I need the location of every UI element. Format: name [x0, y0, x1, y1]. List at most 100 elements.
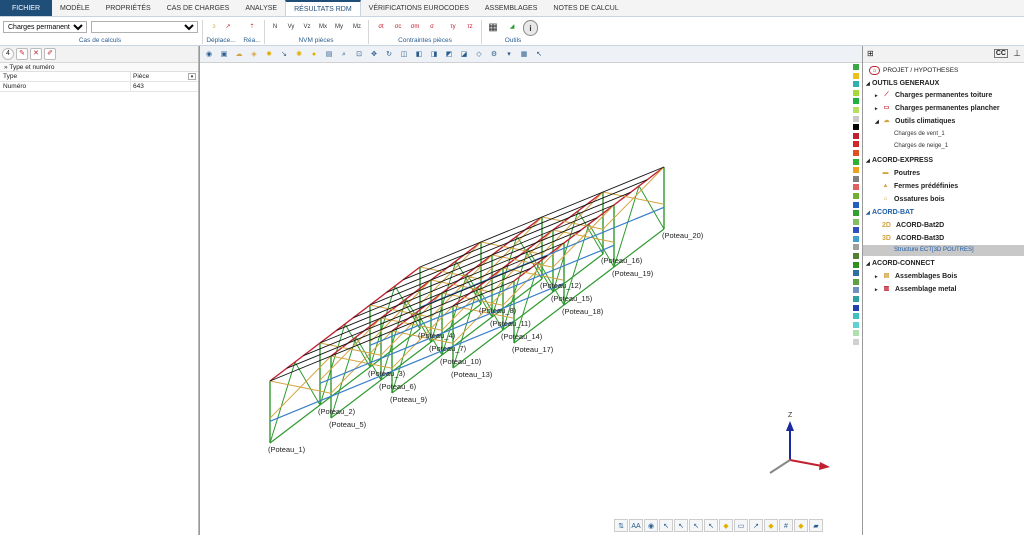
- palette-swatch[interactable]: [853, 287, 859, 294]
- palette-swatch[interactable]: [853, 244, 859, 251]
- load-case-select[interactable]: Charges permanentes: [3, 21, 87, 33]
- measure-icon[interactable]: ◢: [505, 20, 519, 35]
- palette-swatch[interactable]: [853, 64, 859, 70]
- display-icon[interactable]: ▭: [734, 519, 748, 532]
- section-acord-express[interactable]: ◢ ACORD-EXPRESS: [866, 155, 933, 166]
- section-acord-connect[interactable]: ◢ ACORD-CONNECT: [866, 258, 935, 269]
- palette-swatch[interactable]: [853, 227, 859, 234]
- menu-notes-de-calcul[interactable]: NOTES DE CALCUL: [545, 0, 626, 16]
- view-iso-icon[interactable]: ◪: [457, 48, 471, 61]
- property-value-type[interactable]: Pièce ▾: [131, 72, 198, 81]
- palette-swatch[interactable]: [853, 106, 859, 113]
- zoom-window-icon[interactable]: ⊡: [352, 48, 366, 61]
- select-all-icon[interactable]: ↖: [704, 519, 718, 532]
- palette-swatch[interactable]: [853, 235, 859, 242]
- sort-icon[interactable]: ⇅: [614, 519, 628, 532]
- light-icon[interactable]: ✺: [292, 48, 306, 61]
- palette-swatch[interactable]: [853, 89, 859, 96]
- truck-icon[interactable]: ▰: [809, 519, 823, 532]
- menu-modele[interactable]: MODÈLE: [52, 0, 98, 16]
- property-value-numero[interactable]: 643: [131, 82, 198, 91]
- palette-swatch[interactable]: [853, 115, 859, 122]
- view-top-icon[interactable]: ◩: [442, 48, 456, 61]
- view-side-icon[interactable]: ◨: [427, 48, 441, 61]
- palette-swatch[interactable]: [853, 192, 859, 199]
- nvm-mx-icon[interactable]: Mx: [316, 20, 330, 35]
- stress-shear-z-icon[interactable]: τz: [463, 20, 477, 35]
- tree-item-poutres[interactable]: ▬ Poutres: [880, 168, 921, 179]
- properties-badge[interactable]: 4: [2, 48, 14, 60]
- eye-icon[interactable]: ◉: [644, 519, 658, 532]
- info-icon[interactable]: i: [523, 20, 538, 36]
- menu-file[interactable]: FICHIER: [0, 0, 52, 16]
- edit-icon[interactable]: ✐: [44, 48, 56, 60]
- reactions-icon[interactable]: ⇡: [245, 20, 259, 35]
- tree-item-bat3d[interactable]: 3D ACORD-Bat3D: [880, 233, 944, 244]
- palette-swatch[interactable]: [853, 167, 859, 174]
- select-mode-icon[interactable]: ↖: [659, 519, 673, 532]
- paint-icon[interactable]: ◆: [764, 519, 778, 532]
- cursor-icon[interactable]: ↖: [532, 48, 546, 61]
- nvm-vy-icon[interactable]: Vy: [284, 20, 298, 35]
- menu-resultats-rdm[interactable]: RÉSULTATS RDM: [285, 0, 361, 16]
- palette-swatch[interactable]: [853, 304, 859, 311]
- tree-item-ossatures[interactable]: ⌂ Ossatures bois: [880, 194, 945, 205]
- view-front-icon[interactable]: ◧: [412, 48, 426, 61]
- menu-cas-de-charges[interactable]: CAS DE CHARGES: [159, 0, 238, 16]
- palette-swatch[interactable]: [853, 124, 859, 131]
- model-lines[interactable]: [269, 166, 665, 444]
- palette-swatch[interactable]: [853, 296, 859, 303]
- 3d-viewport[interactable]: ◉ ▣ ☁ ◈ ✹ ↘ ✺ ● ▤ ⌕ ⊡ ✥ ↻ ◫ ◧ ◨ ◩ ◪ ◇ ⚙ …: [199, 46, 863, 535]
- view-wire-icon[interactable]: ◇: [472, 48, 486, 61]
- chevron-down-icon[interactable]: ▾: [188, 73, 196, 80]
- palette-swatch[interactable]: [853, 149, 859, 156]
- weather-icon[interactable]: ☁: [232, 48, 246, 61]
- load-combination-select[interactable]: [91, 21, 198, 33]
- zoom-icon[interactable]: ⌕: [337, 48, 351, 61]
- stress-combined-icon[interactable]: σ: [425, 20, 439, 35]
- palette-swatch[interactable]: [853, 261, 859, 268]
- nvm-my-icon[interactable]: My: [332, 20, 346, 35]
- nvm-mz-icon[interactable]: Mz: [350, 20, 364, 35]
- section-acord-bat[interactable]: ◢ ACORD-BAT: [866, 207, 914, 218]
- palette-swatch[interactable]: [853, 158, 859, 165]
- diagonal-member[interactable]: [294, 361, 321, 406]
- select-icon[interactable]: ◈: [247, 48, 261, 61]
- diagonal-member[interactable]: [638, 185, 665, 230]
- stress-bending-icon[interactable]: σm: [408, 20, 422, 35]
- stress-shear-y-icon[interactable]: τy: [446, 20, 460, 35]
- palette-swatch[interactable]: [853, 253, 859, 260]
- dropdown-icon[interactable]: ▾: [502, 48, 516, 61]
- comment-icon[interactable]: ✎: [16, 48, 28, 60]
- tree-item-assemblages-bois[interactable]: ▸ ▤ Assemblages Bois: [875, 271, 957, 282]
- menu-analyse[interactable]: ANALYSE: [237, 0, 285, 16]
- menu-verifications-eurocodes[interactable]: VÉRIFICATIONS EUROCODES: [361, 0, 477, 16]
- tree-view-icon[interactable]: ⊞: [867, 49, 874, 58]
- arrow-icon[interactable]: ↘: [277, 48, 291, 61]
- palette-swatch[interactable]: [853, 141, 859, 148]
- tree-item-charges-neige[interactable]: Charges de neige_1: [894, 141, 948, 152]
- stress-tension-icon[interactable]: σt: [374, 20, 388, 35]
- nvm-n-icon[interactable]: N: [268, 20, 282, 35]
- palette-swatch[interactable]: [853, 81, 859, 88]
- tree-item-charges-toiture[interactable]: ▸ ⟋ Charges permanentes toiture: [875, 90, 992, 101]
- palette-swatch[interactable]: [853, 313, 859, 320]
- rotate-icon[interactable]: ↻: [382, 48, 396, 61]
- pan-icon[interactable]: ✥: [367, 48, 381, 61]
- palette-swatch[interactable]: [853, 339, 859, 345]
- numbering-icon[interactable]: #: [779, 519, 793, 532]
- tree-root[interactable]: ⌂ PROJET / HYPOTHESES: [869, 65, 958, 76]
- color-icon[interactable]: ◆: [794, 519, 808, 532]
- tree-item-structure-selected[interactable]: Structure ECT[3D POUTRES]: [863, 245, 1024, 256]
- view-settings-icon[interactable]: ⚙: [487, 48, 501, 61]
- print-icon[interactable]: ▤: [322, 48, 336, 61]
- tree-item-outils-climatiques[interactable]: ◢ ☁ Outils climatiques: [875, 116, 955, 127]
- calculator-icon[interactable]: ▦: [486, 20, 500, 35]
- diagonal-member[interactable]: [269, 361, 296, 444]
- sun-icon[interactable]: ✹: [262, 48, 276, 61]
- layers-icon[interactable]: ▦: [517, 48, 531, 61]
- nvm-vz-icon[interactable]: Vz: [300, 20, 314, 35]
- palette-swatch[interactable]: [853, 278, 859, 285]
- select-bars-icon[interactable]: ↖: [689, 519, 703, 532]
- text-size-button[interactable]: AA: [629, 519, 643, 532]
